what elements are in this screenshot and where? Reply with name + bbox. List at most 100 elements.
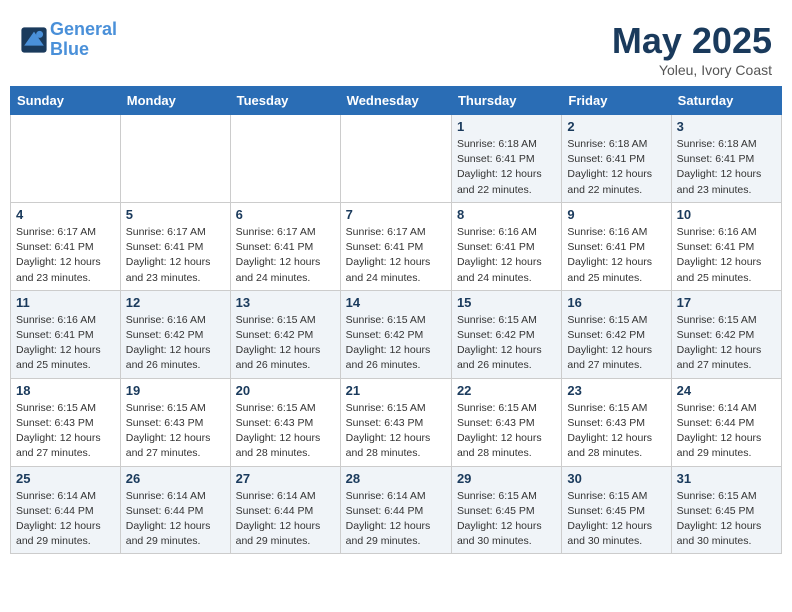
logo-icon (20, 26, 48, 54)
day-number: 27 (236, 471, 335, 486)
calendar-cell: 20 Sunrise: 6:15 AMSunset: 6:43 PMDayligh… (230, 378, 340, 466)
calendar-cell (120, 115, 230, 203)
calendar-week-3: 11Sunrise: 6:16 AMSunset: 6:41 PMDayligh… (11, 290, 782, 378)
calendar-week-2: 4 Sunrise: 6:17 AMSunset: 6:41 PMDaylight… (11, 202, 782, 290)
calendar-cell: 30 Sunrise: 6:15 AMSunset: 6:45 PMDayligh… (562, 466, 671, 554)
calendar-cell: 22Sunrise: 6:15 AMSunset: 6:43 PMDayligh… (451, 378, 561, 466)
calendar-week-1: 1 Sunrise: 6:18 AMSunset: 6:41 PMDaylight… (11, 115, 782, 203)
calendar-cell: 29 Sunrise: 6:15 AMSunset: 6:45 PMDayligh… (451, 466, 561, 554)
day-info: Sunrise: 6:18 AMSunset: 6:41 PMDaylight:… (677, 137, 776, 198)
day-info: Sunrise: 6:15 AMSunset: 6:42 PMDaylight:… (346, 313, 446, 374)
day-info: Sunrise: 6:15 AMSunset: 6:42 PMDaylight:… (567, 313, 665, 374)
day-number: 16 (567, 295, 665, 310)
calendar-cell: 16 Sunrise: 6:15 AMSunset: 6:42 PMDayligh… (562, 290, 671, 378)
day-number: 6 (236, 207, 335, 222)
day-info: Sunrise: 6:18 AMSunset: 6:41 PMDaylight:… (457, 137, 556, 198)
day-info: Sunrise: 6:14 AMSunset: 6:44 PMDaylight:… (16, 489, 115, 550)
day-number: 29 (457, 471, 556, 486)
day-info: Sunrise: 6:18 AMSunset: 6:41 PMDaylight:… (567, 137, 665, 198)
weekday-header-friday: Friday (562, 87, 671, 115)
day-info: Sunrise: 6:15 AMSunset: 6:43 PMDaylight:… (126, 401, 225, 462)
title-area: May 2025 Yoleu, Ivory Coast (612, 20, 772, 78)
day-info: Sunrise: 6:15 AMSunset: 6:43 PMDaylight:… (567, 401, 665, 462)
calendar-cell: 31Sunrise: 6:15 AMSunset: 6:45 PMDayligh… (671, 466, 781, 554)
day-info: Sunrise: 6:14 AMSunset: 6:44 PMDaylight:… (126, 489, 225, 550)
calendar-cell: 27Sunrise: 6:14 AMSunset: 6:44 PMDayligh… (230, 466, 340, 554)
calendar-cell: 18 Sunrise: 6:15 AMSunset: 6:43 PMDayligh… (11, 378, 121, 466)
day-number: 17 (677, 295, 776, 310)
calendar-cell: 9Sunrise: 6:16 AMSunset: 6:41 PMDaylight… (562, 202, 671, 290)
day-number: 9 (567, 207, 665, 222)
calendar-cell: 4 Sunrise: 6:17 AMSunset: 6:41 PMDaylight… (11, 202, 121, 290)
day-number: 2 (567, 119, 665, 134)
day-info: Sunrise: 6:14 AMSunset: 6:44 PMDaylight:… (677, 401, 776, 462)
logo-general: General (50, 19, 117, 39)
weekday-header-sunday: Sunday (11, 87, 121, 115)
day-number: 5 (126, 207, 225, 222)
day-number: 24 (677, 383, 776, 398)
day-info: Sunrise: 6:15 AMSunset: 6:45 PMDaylight:… (567, 489, 665, 550)
day-number: 4 (16, 207, 115, 222)
calendar-cell: 26 Sunrise: 6:14 AMSunset: 6:44 PMDayligh… (120, 466, 230, 554)
day-number: 30 (567, 471, 665, 486)
calendar-title: May 2025 (612, 20, 772, 62)
calendar-cell (230, 115, 340, 203)
day-number: 25 (16, 471, 115, 486)
day-info: Sunrise: 6:15 AMSunset: 6:43 PMDaylight:… (346, 401, 446, 462)
day-info: Sunrise: 6:17 AMSunset: 6:41 PMDaylight:… (236, 225, 335, 286)
weekday-header-monday: Monday (120, 87, 230, 115)
calendar-cell: 11Sunrise: 6:16 AMSunset: 6:41 PMDayligh… (11, 290, 121, 378)
calendar-cell: 2 Sunrise: 6:18 AMSunset: 6:41 PMDaylight… (562, 115, 671, 203)
day-info: Sunrise: 6:15 AMSunset: 6:42 PMDaylight:… (677, 313, 776, 374)
calendar-cell: 3 Sunrise: 6:18 AMSunset: 6:41 PMDaylight… (671, 115, 781, 203)
day-number: 28 (346, 471, 446, 486)
day-info: Sunrise: 6:15 AMSunset: 6:43 PMDaylight:… (236, 401, 335, 462)
calendar-header: SundayMondayTuesdayWednesdayThursdayFrid… (11, 87, 782, 115)
day-info: Sunrise: 6:16 AMSunset: 6:41 PMDaylight:… (457, 225, 556, 286)
day-info: Sunrise: 6:17 AMSunset: 6:41 PMDaylight:… (346, 225, 446, 286)
day-info: Sunrise: 6:16 AMSunset: 6:41 PMDaylight:… (677, 225, 776, 286)
calendar-cell: 21 Sunrise: 6:15 AMSunset: 6:43 PMDayligh… (340, 378, 451, 466)
day-number: 26 (126, 471, 225, 486)
day-number: 10 (677, 207, 776, 222)
calendar-cell: 24 Sunrise: 6:14 AMSunset: 6:44 PMDayligh… (671, 378, 781, 466)
weekday-header-tuesday: Tuesday (230, 87, 340, 115)
day-number: 20 (236, 383, 335, 398)
calendar-week-4: 18 Sunrise: 6:15 AMSunset: 6:43 PMDayligh… (11, 378, 782, 466)
day-number: 14 (346, 295, 446, 310)
calendar-cell: 10 Sunrise: 6:16 AMSunset: 6:41 PMDayligh… (671, 202, 781, 290)
weekday-header-wednesday: Wednesday (340, 87, 451, 115)
calendar-body: 1 Sunrise: 6:18 AMSunset: 6:41 PMDaylight… (11, 115, 782, 554)
day-info: Sunrise: 6:15 AMSunset: 6:43 PMDaylight:… (457, 401, 556, 462)
day-info: Sunrise: 6:16 AMSunset: 6:41 PMDaylight:… (16, 313, 115, 374)
logo-blue: Blue (50, 39, 89, 59)
calendar-cell: 25 Sunrise: 6:14 AMSunset: 6:44 PMDayligh… (11, 466, 121, 554)
weekday-header-saturday: Saturday (671, 87, 781, 115)
calendar-cell: 1 Sunrise: 6:18 AMSunset: 6:41 PMDaylight… (451, 115, 561, 203)
weekday-header-thursday: Thursday (451, 87, 561, 115)
day-number: 1 (457, 119, 556, 134)
logo: General Blue (20, 20, 117, 60)
day-info: Sunrise: 6:15 AMSunset: 6:42 PMDaylight:… (236, 313, 335, 374)
day-info: Sunrise: 6:17 AMSunset: 6:41 PMDaylight:… (126, 225, 225, 286)
day-number: 19 (126, 383, 225, 398)
weekday-header-row: SundayMondayTuesdayWednesdayThursdayFrid… (11, 87, 782, 115)
calendar-cell: 5 Sunrise: 6:17 AMSunset: 6:41 PMDaylight… (120, 202, 230, 290)
calendar-cell: 15Sunrise: 6:15 AMSunset: 6:42 PMDayligh… (451, 290, 561, 378)
day-number: 18 (16, 383, 115, 398)
calendar-table: SundayMondayTuesdayWednesdayThursdayFrid… (10, 86, 782, 554)
day-number: 3 (677, 119, 776, 134)
calendar-cell: 12Sunrise: 6:16 AMSunset: 6:42 PMDayligh… (120, 290, 230, 378)
day-number: 23 (567, 383, 665, 398)
day-info: Sunrise: 6:17 AMSunset: 6:41 PMDaylight:… (16, 225, 115, 286)
calendar-week-5: 25 Sunrise: 6:14 AMSunset: 6:44 PMDayligh… (11, 466, 782, 554)
calendar-cell: 13Sunrise: 6:15 AMSunset: 6:42 PMDayligh… (230, 290, 340, 378)
day-info: Sunrise: 6:15 AMSunset: 6:45 PMDaylight:… (457, 489, 556, 550)
logo-text: General Blue (50, 20, 117, 60)
day-number: 21 (346, 383, 446, 398)
calendar-cell: 23 Sunrise: 6:15 AMSunset: 6:43 PMDayligh… (562, 378, 671, 466)
day-info: Sunrise: 6:15 AMSunset: 6:43 PMDaylight:… (16, 401, 115, 462)
day-info: Sunrise: 6:14 AMSunset: 6:44 PMDaylight:… (346, 489, 446, 550)
day-number: 12 (126, 295, 225, 310)
calendar-subtitle: Yoleu, Ivory Coast (612, 62, 772, 78)
